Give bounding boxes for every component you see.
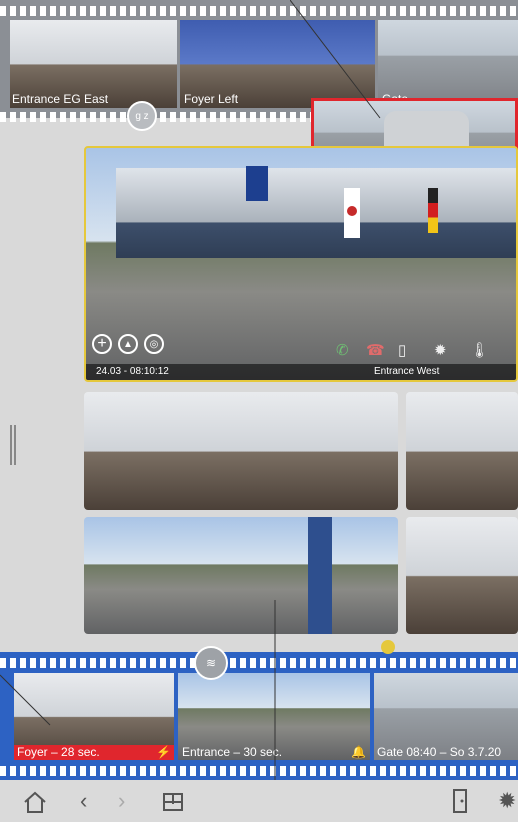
bottom-toolbar: ‹ › ✹	[0, 780, 518, 822]
light-icon[interactable]: ✹	[498, 788, 516, 814]
record-icon[interactable]: ◎	[144, 334, 164, 354]
left-edge-handle[interactable]	[8, 425, 20, 465]
thumb-entrance-eg-east[interactable]: Entrance EG East	[10, 20, 177, 108]
event-label: Entrance – 30 sec.	[182, 745, 283, 759]
bottom-filmstrip: Foyer – 28 sec. ⚡ Entrance – 30 sec. 🔔 G…	[0, 652, 518, 780]
light-icon[interactable]: ✹	[434, 341, 447, 359]
bottom-filmstrip-holes-lower	[0, 766, 518, 776]
strip-handle[interactable]: ≋	[194, 646, 228, 680]
flag-australia	[246, 166, 268, 201]
camera-meeting-room[interactable]	[406, 517, 518, 634]
sort-label: g z	[135, 110, 149, 122]
home-icon[interactable]	[22, 790, 48, 814]
callout-line-top	[290, 0, 381, 119]
door-icon[interactable]	[452, 788, 468, 814]
sort-button[interactable]: g z	[127, 101, 157, 131]
door-icon[interactable]: ▯	[398, 341, 406, 359]
bottom-filmstrip-holes-upper	[0, 658, 518, 668]
timestamp: 24.03 - 08:10:12	[96, 366, 169, 377]
chevron-left-icon[interactable]: ‹	[80, 788, 87, 814]
flag-japan	[344, 188, 360, 238]
add-icon[interactable]: +	[92, 334, 112, 354]
layout-icon[interactable]	[162, 792, 184, 812]
main-live-view[interactable]: + ▲ ◎ ✆ ☎ ▯ ✹ 🌡 24.03 - 08:10:12 Entranc…	[84, 146, 518, 382]
thumb-label: Foyer Left	[184, 92, 239, 106]
camera-foyer-wide[interactable]	[84, 392, 398, 510]
thumb-label: Entrance EG East	[12, 92, 109, 106]
event-thumb-gate[interactable]: Gate 08:40 – So 3.7.20	[374, 673, 518, 760]
pillar	[308, 517, 332, 634]
info-bar: 24.03 - 08:10:12 Entrance West	[86, 364, 516, 380]
top-filmstrip-holes-upper	[0, 6, 518, 16]
event-label: Gate 08:40 – So 3.7.20	[377, 745, 502, 759]
camera-panorama[interactable]	[84, 517, 398, 634]
alert-dot	[381, 640, 395, 654]
chevron-right-icon[interactable]: ›	[118, 788, 125, 814]
flag-germany	[428, 188, 438, 233]
camera-side-room[interactable]	[406, 392, 518, 510]
thermometer-icon[interactable]: 🌡	[470, 341, 489, 359]
event-label: Foyer – 28 sec.	[17, 745, 100, 759]
image-icon[interactable]: ▲	[118, 334, 138, 354]
camera-name: Entrance West	[374, 366, 440, 377]
bell-icon: 🔔	[351, 745, 366, 759]
building	[116, 168, 516, 258]
phone-accept-icon[interactable]: ✆	[336, 341, 349, 359]
callout-line-left	[0, 674, 51, 726]
phone-reject-icon[interactable]: ☎	[366, 341, 385, 359]
motion-icon: ⚡	[156, 745, 171, 759]
thumb-gate[interactable]: Gate	[378, 20, 518, 108]
